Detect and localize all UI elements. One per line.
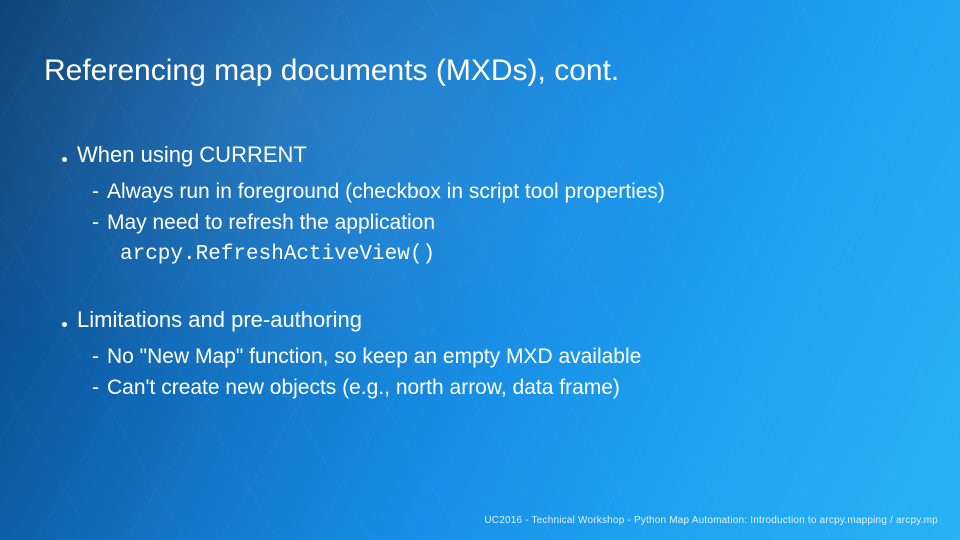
- slide-title: Referencing map documents (MXDs), cont.: [44, 54, 619, 88]
- slide: Referencing map documents (MXDs), cont. …: [0, 0, 960, 540]
- content-block: Limitations and pre-authoring - No "New …: [62, 305, 900, 403]
- content-block: When using CURRENT - Always run in foreg…: [62, 140, 900, 269]
- dash-icon: -: [92, 177, 99, 206]
- bullet-dot-icon: [62, 157, 67, 162]
- bullet-heading: When using CURRENT: [77, 140, 307, 171]
- bullet-dot-icon: [62, 322, 67, 327]
- code-line: arcpy.RefreshActiveView(): [120, 240, 900, 269]
- slide-content: When using CURRENT - Always run in foreg…: [62, 140, 900, 439]
- sub-bullet-item: - May need to refresh the application: [92, 208, 900, 237]
- dash-icon: -: [92, 342, 99, 371]
- bullet-item: When using CURRENT: [62, 140, 900, 171]
- sub-bullet-text: Can't create new objects (e.g., north ar…: [107, 373, 620, 402]
- sub-bullet-item: - Always run in foreground (checkbox in …: [92, 177, 900, 206]
- bullet-item: Limitations and pre-authoring: [62, 305, 900, 336]
- dash-icon: -: [92, 373, 99, 402]
- slide-footer: UC2016 - Technical Workshop - Python Map…: [484, 515, 938, 526]
- bullet-heading: Limitations and pre-authoring: [77, 305, 362, 336]
- sub-bullet-item: - No "New Map" function, so keep an empt…: [92, 342, 900, 371]
- sub-bullet-text: Always run in foreground (checkbox in sc…: [107, 177, 665, 206]
- sub-bullet-text: No "New Map" function, so keep an empty …: [107, 342, 641, 371]
- dash-icon: -: [92, 208, 99, 237]
- sub-bullet-text: May need to refresh the application: [107, 208, 435, 237]
- sub-bullet-item: - Can't create new objects (e.g., north …: [92, 373, 900, 402]
